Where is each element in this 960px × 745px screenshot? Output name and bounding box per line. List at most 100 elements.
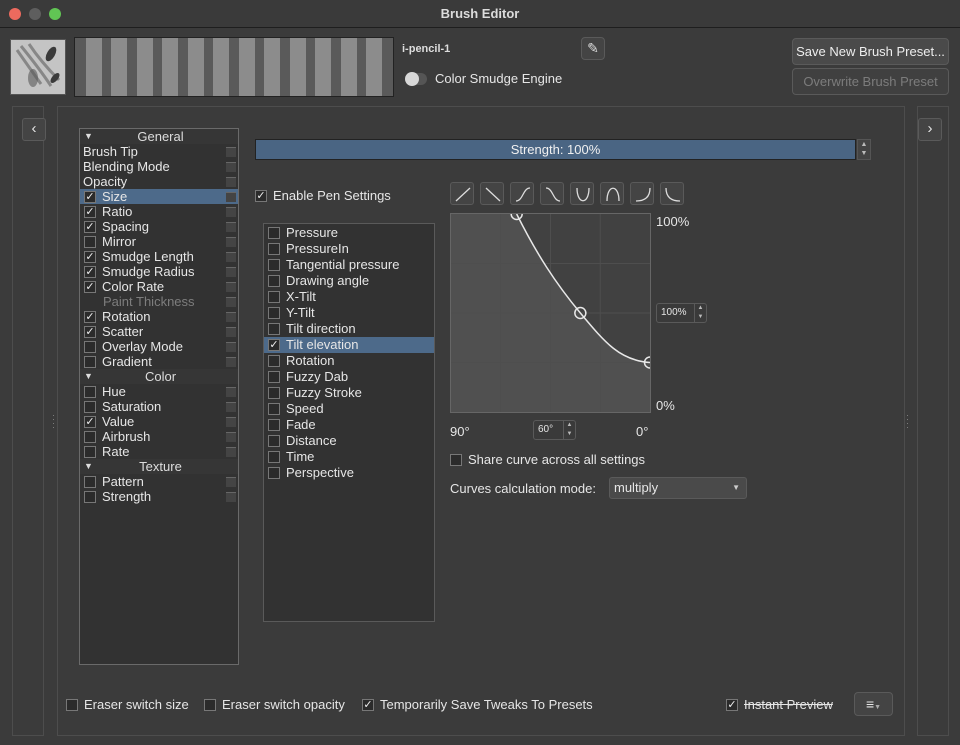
lock-icon[interactable] <box>226 402 236 412</box>
lock-icon[interactable] <box>226 207 236 217</box>
option-item[interactable]: Blending Mode <box>80 159 238 174</box>
sensor-item[interactable]: Fuzzy Stroke <box>264 385 434 401</box>
checkbox-icon[interactable] <box>268 370 280 383</box>
strength-spin-arrows[interactable]: ▲ ▼ <box>857 139 871 160</box>
checkbox-icon[interactable] <box>268 306 280 319</box>
sensor-item[interactable]: PressureIn <box>264 241 434 257</box>
section-header-general[interactable]: ▼ General <box>80 129 238 144</box>
option-item[interactable]: Overlay Mode <box>80 339 238 354</box>
option-item[interactable]: Paint Thickness <box>80 294 238 309</box>
curve-preset-button[interactable] <box>660 182 684 205</box>
lock-icon[interactable] <box>226 252 236 262</box>
lock-icon[interactable] <box>226 282 236 292</box>
option-item[interactable]: Opacity <box>80 174 238 189</box>
checkbox-icon[interactable] <box>84 355 96 368</box>
checkbox-icon[interactable] <box>84 265 96 278</box>
option-item[interactable]: Mirror <box>80 234 238 249</box>
lock-icon[interactable] <box>226 237 236 247</box>
curve-x-spinbox[interactable]: 60° ▲ ▼ <box>533 420 576 440</box>
curve-preset-button[interactable] <box>540 182 564 205</box>
lock-icon[interactable] <box>226 297 236 307</box>
lock-icon[interactable] <box>226 192 236 202</box>
enable-pen-settings-checkbox[interactable]: Enable Pen Settings <box>255 188 391 203</box>
checkbox-icon[interactable] <box>268 434 280 447</box>
section-header-texture[interactable]: ▼ Texture <box>80 459 238 474</box>
lock-icon[interactable] <box>226 447 236 457</box>
share-curve-checkbox[interactable]: Share curve across all settings <box>450 452 645 467</box>
checkbox-icon[interactable] <box>268 418 280 431</box>
option-item[interactable]: Smudge Length <box>80 249 238 264</box>
checkbox-icon[interactable] <box>268 450 280 463</box>
option-item[interactable]: Saturation <box>80 399 238 414</box>
lock-icon[interactable] <box>226 417 236 427</box>
lock-icon[interactable] <box>226 477 236 487</box>
lock-icon[interactable] <box>226 177 236 187</box>
sensor-item[interactable]: Y-Tilt <box>264 305 434 321</box>
checkbox-icon[interactable] <box>268 322 280 335</box>
disclosure-triangle-icon[interactable]: ▼ <box>84 369 93 384</box>
checkbox-icon[interactable] <box>84 415 96 428</box>
checkbox-icon[interactable] <box>268 274 280 287</box>
preset-name[interactable]: i-pencil-1 <box>402 43 450 55</box>
checkbox-icon[interactable] <box>84 400 96 413</box>
checkbox-icon[interactable] <box>268 466 280 479</box>
checkbox-icon[interactable] <box>84 340 96 353</box>
collapse-right-button[interactable]: › <box>918 118 942 141</box>
collapse-left-button[interactable]: ‹ <box>22 118 46 141</box>
lock-icon[interactable] <box>226 147 236 157</box>
sensor-item[interactable]: Fade <box>264 417 434 433</box>
option-item[interactable]: Rate <box>80 444 238 459</box>
checkbox-icon[interactable] <box>84 280 96 293</box>
option-item[interactable]: Color Rate <box>80 279 238 294</box>
sensor-item[interactable]: Tangential pressure <box>264 257 434 273</box>
curve-preset-button[interactable] <box>600 182 624 205</box>
option-item[interactable]: Pattern <box>80 474 238 489</box>
curve-y-spinbox[interactable]: 100% ▲ ▼ <box>656 303 707 323</box>
option-item[interactable]: Size <box>80 189 238 204</box>
checkbox-icon[interactable] <box>268 386 280 399</box>
checkbox-icon[interactable] <box>84 325 96 338</box>
option-item[interactable]: Value <box>80 414 238 429</box>
checkbox-icon[interactable] <box>268 290 280 303</box>
calc-mode-select[interactable]: multiply ▼ <box>609 477 747 499</box>
option-item[interactable]: Airbrush <box>80 429 238 444</box>
checkbox-icon[interactable] <box>268 258 280 271</box>
spin-arrows-icon[interactable]: ▲ ▼ <box>563 421 575 439</box>
sensor-item[interactable]: Speed <box>264 401 434 417</box>
checkbox-icon[interactable] <box>84 310 96 323</box>
spin-arrows-icon[interactable]: ▲ ▼ <box>694 304 706 322</box>
left-splitter-handle[interactable]: · · · · <box>52 411 55 432</box>
checkbox-icon[interactable] <box>84 475 96 488</box>
lock-icon[interactable] <box>226 432 236 442</box>
checkbox-icon[interactable] <box>84 250 96 263</box>
option-item[interactable]: Brush Tip <box>80 144 238 159</box>
checkbox-icon[interactable] <box>268 402 280 415</box>
checkbox-icon[interactable] <box>84 205 96 218</box>
option-item[interactable]: Ratio <box>80 204 238 219</box>
option-item[interactable]: Strength <box>80 489 238 504</box>
rename-preset-button[interactable]: ✎ <box>581 37 605 60</box>
options-menu-button[interactable]: ≡▼ <box>854 692 893 716</box>
checkbox-icon[interactable] <box>268 338 280 351</box>
instant-preview-checkbox[interactable]: Instant Preview <box>726 697 833 712</box>
section-header-color[interactable]: ▼ Color <box>80 369 238 384</box>
checkbox-icon[interactable] <box>84 430 96 443</box>
sensor-item[interactable]: Rotation <box>264 353 434 369</box>
curve-preset-button[interactable] <box>510 182 534 205</box>
temp-save-tweaks-checkbox[interactable]: Temporarily Save Tweaks To Presets <box>362 697 593 712</box>
sensor-item[interactable]: Distance <box>264 433 434 449</box>
sensor-item[interactable]: X-Tilt <box>264 289 434 305</box>
curve-preset-button[interactable] <box>480 182 504 205</box>
disclosure-triangle-icon[interactable]: ▼ <box>84 129 93 144</box>
option-item[interactable]: Smudge Radius <box>80 264 238 279</box>
eraser-switch-size-checkbox[interactable]: Eraser switch size <box>66 697 189 712</box>
sensor-item[interactable]: Tilt elevation <box>264 337 434 353</box>
checkbox-icon[interactable] <box>84 385 96 398</box>
sensor-item[interactable]: Time <box>264 449 434 465</box>
option-item[interactable]: Spacing <box>80 219 238 234</box>
curve-preset-button[interactable] <box>630 182 654 205</box>
lock-icon[interactable] <box>226 162 236 172</box>
disclosure-triangle-icon[interactable]: ▼ <box>84 459 93 474</box>
checkbox-icon[interactable] <box>268 354 280 367</box>
right-splitter-handle[interactable]: · · · · <box>906 411 909 432</box>
